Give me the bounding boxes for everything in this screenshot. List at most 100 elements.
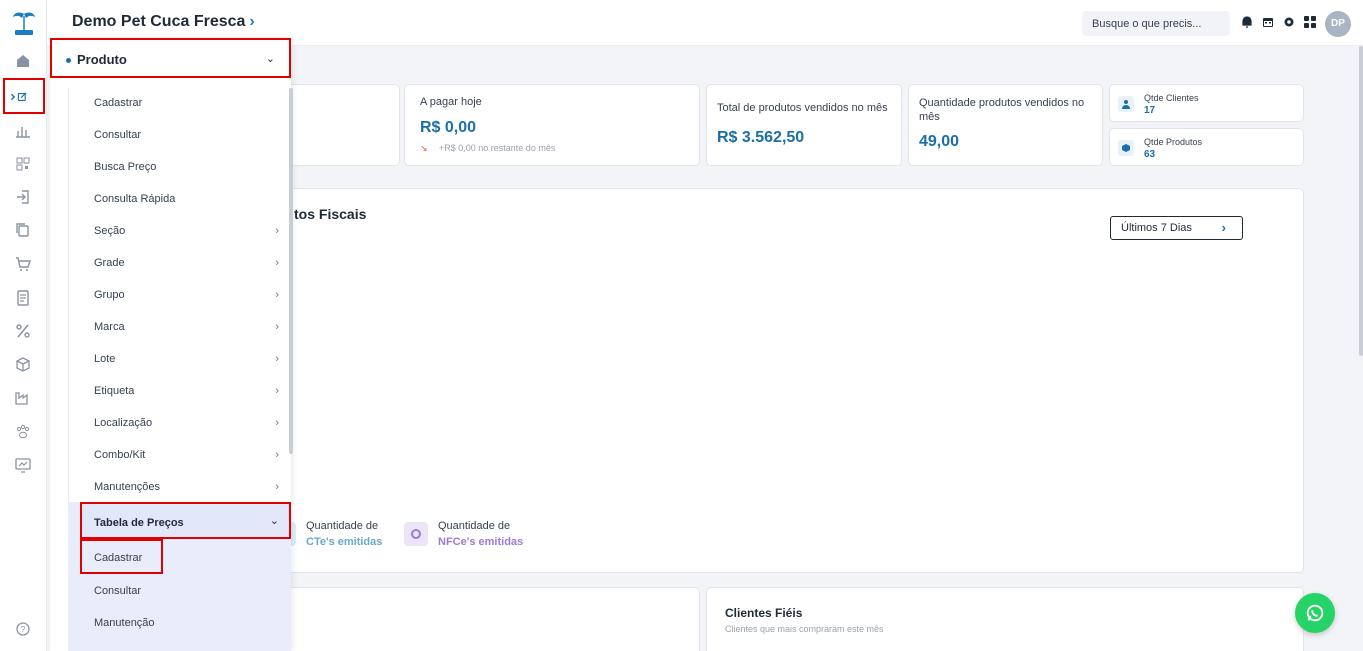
menu-item-grade[interactable]: Grade › xyxy=(94,257,279,269)
menu-item-label: Consultar xyxy=(94,129,142,141)
menu-item-label: Combo/Kit xyxy=(94,449,146,461)
calendar-icon[interactable] xyxy=(1261,15,1275,29)
trend-down-icon: ↘ xyxy=(420,143,428,153)
menu-item-marca[interactable]: Marca › xyxy=(94,321,279,333)
chevron-right-icon: › xyxy=(275,385,279,397)
grid-icon[interactable] xyxy=(1303,15,1317,29)
card-label: Qtde Produtos xyxy=(1144,137,1203,147)
menu-item-etiqueta[interactable]: Etiqueta › xyxy=(94,385,279,397)
barcode-icon[interactable] xyxy=(14,155,32,173)
help-icon[interactable]: ? xyxy=(14,620,32,638)
chevron-right-icon: › xyxy=(249,13,255,30)
company-selector[interactable]: Demo Pet Cuca Fresca › xyxy=(72,13,255,31)
panel-subtitle: Clientes que mais compraram este mês xyxy=(725,624,884,634)
menu-item-combo-kit[interactable]: Combo/Kit › xyxy=(94,449,279,461)
legend-cte-line1: Quantidade de xyxy=(306,520,379,532)
submenu-title: Tabela de Preços xyxy=(94,517,184,529)
menu-item-manutencoes[interactable]: Manutenções › xyxy=(94,481,279,493)
card-label: Qtde Clientes xyxy=(1144,93,1199,103)
card-value: 63 xyxy=(1144,149,1156,160)
menu-header-produto[interactable]: Produto ⌄ xyxy=(50,38,291,78)
panel-clientes-fieis: Clientes Fiéis Clientes que mais comprar… xyxy=(706,587,1304,651)
chevron-right-icon: › xyxy=(275,225,279,237)
legend-nfce-line2: NFCe's emitidas xyxy=(438,536,524,548)
bell-icon[interactable] xyxy=(1240,15,1254,29)
period-label: Últimos 7 Dias xyxy=(1121,222,1192,234)
chevron-right-icon: › xyxy=(275,289,279,301)
search-input[interactable] xyxy=(1082,11,1230,36)
home-icon[interactable] xyxy=(14,52,32,70)
chevron-right-icon: › xyxy=(275,353,279,365)
menu-item-cadastrar[interactable]: Cadastrar xyxy=(94,97,279,109)
avatar[interactable]: DP xyxy=(1325,11,1351,37)
card-qtde-clientes: Qtde Clientes 17 xyxy=(1109,84,1304,122)
monitor-icon[interactable] xyxy=(14,456,32,474)
submenu-item-consultar[interactable]: Consultar xyxy=(94,585,279,597)
submenu-header-tabela-precos[interactable]: Tabela de Preços ⌄ xyxy=(80,502,291,539)
login-icon[interactable] xyxy=(14,188,32,206)
menu-item-label: Lote xyxy=(94,353,116,365)
box-icon[interactable] xyxy=(14,356,32,374)
panel-documentos-fiscais xyxy=(240,188,1304,573)
card-value: 49,00 xyxy=(919,133,960,150)
edit-icon[interactable] xyxy=(10,88,36,106)
panel-title: tos Fiscais xyxy=(294,206,367,222)
page-scrollbar[interactable] xyxy=(1359,46,1363,356)
menu-item-label: Cadastrar xyxy=(94,97,143,109)
gear-icon[interactable] xyxy=(1282,15,1296,29)
menu-item-localizacao[interactable]: Localização › xyxy=(94,417,279,429)
menu-item-consultar[interactable]: Consultar xyxy=(94,129,279,141)
menu-item-consulta-rapida[interactable]: Consulta Rápida xyxy=(94,193,279,205)
cart-icon[interactable] xyxy=(14,255,32,273)
legend-nfce-line1: Quantidade de xyxy=(438,520,511,532)
menu-item-label: Etiqueta xyxy=(94,385,135,397)
receipt-icon[interactable] xyxy=(14,289,32,307)
panel-bottom-left xyxy=(240,587,700,651)
svg-text:?: ? xyxy=(21,625,26,634)
chevron-right-icon: › xyxy=(275,481,279,493)
menu-item-label: Grade xyxy=(94,257,125,269)
chevron-down-icon: ⌄ xyxy=(265,53,275,65)
legend-nfce: Quantidade de NFCe's emitidas xyxy=(438,518,523,550)
chevron-right-icon: › xyxy=(275,449,279,461)
chevron-down-icon: ⌄ xyxy=(269,515,279,527)
card-qtde-produtos: Qtde Produtos 63 xyxy=(1109,128,1304,166)
menu-item-lote[interactable]: Lote › xyxy=(94,353,279,365)
panel-title: Clientes Fiéis xyxy=(725,606,803,620)
box-icon xyxy=(1118,140,1134,156)
legend-cte: Quantidade de CTe's emitidas xyxy=(306,518,382,550)
card-pagar-hoje: A pagar hoje R$ 0,00 ↘ +R$ 0,00 no resta… xyxy=(404,84,700,166)
sidebar-rail: ? xyxy=(0,0,47,651)
bullet-icon xyxy=(66,58,71,63)
chevron-right-icon: › xyxy=(275,321,279,333)
menu-scrollbar[interactable] xyxy=(289,88,293,454)
submenu-item-manutencao[interactable]: Manutenção xyxy=(94,617,279,629)
menu-item-label: Consulta Rápida xyxy=(94,193,176,205)
card-label: Quantidade produtos vendidos no mês xyxy=(919,97,1085,123)
menu-item-busca-preco[interactable]: Busca Preço xyxy=(94,161,279,173)
period-select-button[interactable]: Últimos 7 Dias › xyxy=(1110,216,1243,240)
card-subtext: +R$ 0,00 no restante do mês xyxy=(439,143,556,153)
menu-item-grupo[interactable]: Grupo › xyxy=(94,289,279,301)
card-value: R$ 3.562,50 xyxy=(717,129,805,146)
copy-icon[interactable] xyxy=(14,221,32,239)
produto-menu: Produto ⌄ Cadastrar Consultar Busca Preç… xyxy=(50,38,293,651)
percent-icon[interactable] xyxy=(14,322,32,340)
menu-item-secao[interactable]: Seção › xyxy=(94,225,279,237)
legend-marker-nfce xyxy=(404,522,428,546)
factory-icon[interactable] xyxy=(14,389,32,407)
card-qtde-vendidos: Quantidade produtos vendidos no mês 49,0… xyxy=(908,84,1103,166)
card-value: R$ 0,00 xyxy=(420,119,477,136)
card-total-vendidos: Total de produtos vendidos no mês R$ 3.5… xyxy=(706,84,902,166)
menu-item-label: Localização xyxy=(94,417,153,429)
company-name: Demo Pet Cuca Fresca xyxy=(72,13,246,30)
card-label: Total de produtos vendidos no mês xyxy=(717,102,888,114)
logo-icon[interactable] xyxy=(9,8,39,38)
user-icon xyxy=(1118,96,1134,112)
chevron-right-icon: › xyxy=(275,257,279,269)
menu-item-label: Grupo xyxy=(94,289,125,301)
menu-item-label: Manutenções xyxy=(94,481,161,493)
whatsapp-button[interactable] xyxy=(1295,593,1335,633)
paw-icon[interactable] xyxy=(14,423,32,441)
chart-icon[interactable] xyxy=(14,122,32,140)
